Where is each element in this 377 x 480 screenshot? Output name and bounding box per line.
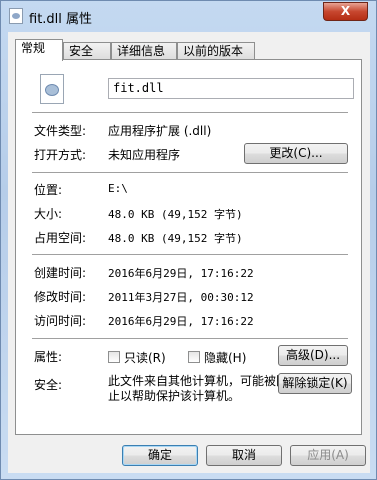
- accessed-value: 2016年6月29日, 17:16:22: [108, 315, 254, 328]
- readonly-checkbox[interactable]: [108, 351, 120, 363]
- apply-button[interactable]: 应用(A): [290, 445, 366, 466]
- open-with-value: 未知应用程序: [108, 148, 181, 162]
- unblock-button[interactable]: 解除锁定(K): [278, 373, 352, 394]
- change-button[interactable]: 更改(C)...: [244, 143, 348, 164]
- created-value: 2016年6月29日, 17:16:22: [108, 267, 254, 280]
- tab-security[interactable]: 安全: [63, 42, 111, 60]
- modified-value: 2011年3月27日, 00:30:12: [108, 291, 254, 304]
- title-bar[interactable]: fit.dll 属性 X: [1, 1, 377, 31]
- tab-general[interactable]: 常规: [15, 39, 63, 61]
- location-value: E:\: [108, 182, 128, 195]
- ok-button[interactable]: 确定: [122, 445, 198, 466]
- file-type-label: 文件类型:: [34, 124, 87, 138]
- hidden-label[interactable]: 隐藏(H): [204, 349, 246, 366]
- dll-file-icon: [40, 74, 64, 104]
- window-title: fit.dll 属性: [29, 12, 93, 27]
- tab-previous-versions[interactable]: 以前的版本: [177, 42, 255, 60]
- created-label: 创建时间:: [34, 266, 87, 280]
- divider: [32, 338, 348, 339]
- hidden-checkbox[interactable]: [188, 351, 200, 363]
- size-on-disk-value: 48.0 KB (49,152 字节): [108, 232, 243, 245]
- close-button[interactable]: X: [323, 2, 368, 21]
- security-warning-text: 此文件来自其他计算机，可能被阻止以帮助保护该计算机。: [108, 374, 289, 403]
- accessed-label: 访问时间:: [34, 314, 87, 328]
- size-value: 48.0 KB (49,152 字节): [108, 208, 243, 221]
- divider: [32, 172, 348, 173]
- open-with-label: 打开方式:: [34, 148, 87, 162]
- size-on-disk-label: 占用空间:: [34, 231, 87, 245]
- dialog-body: 常规 安全 详细信息 以前的版本 fit.dll 文件类型: 应用程序扩展 (.…: [8, 32, 370, 473]
- size-label: 大小:: [34, 207, 63, 221]
- general-panel: fit.dll 文件类型: 应用程序扩展 (.dll) 打开方式: 未知应用程序…: [15, 59, 362, 435]
- divider: [32, 112, 348, 113]
- location-label: 位置:: [34, 183, 63, 197]
- security-label: 安全:: [34, 378, 63, 392]
- properties-window: fit.dll 属性 X 常规 安全 详细信息 以前的版本 fit.dll 文件…: [0, 0, 377, 480]
- file-icon: [9, 8, 23, 24]
- modified-label: 修改时间:: [34, 290, 87, 304]
- file-type-value: 应用程序扩展 (.dll): [108, 124, 212, 138]
- cancel-button[interactable]: 取消: [206, 445, 282, 466]
- divider: [32, 254, 348, 255]
- tab-details[interactable]: 详细信息: [111, 42, 177, 60]
- attributes-label: 属性:: [34, 350, 63, 364]
- file-name-input[interactable]: fit.dll: [108, 78, 354, 99]
- advanced-button[interactable]: 高级(D)...: [278, 345, 348, 366]
- readonly-label[interactable]: 只读(R): [124, 349, 166, 366]
